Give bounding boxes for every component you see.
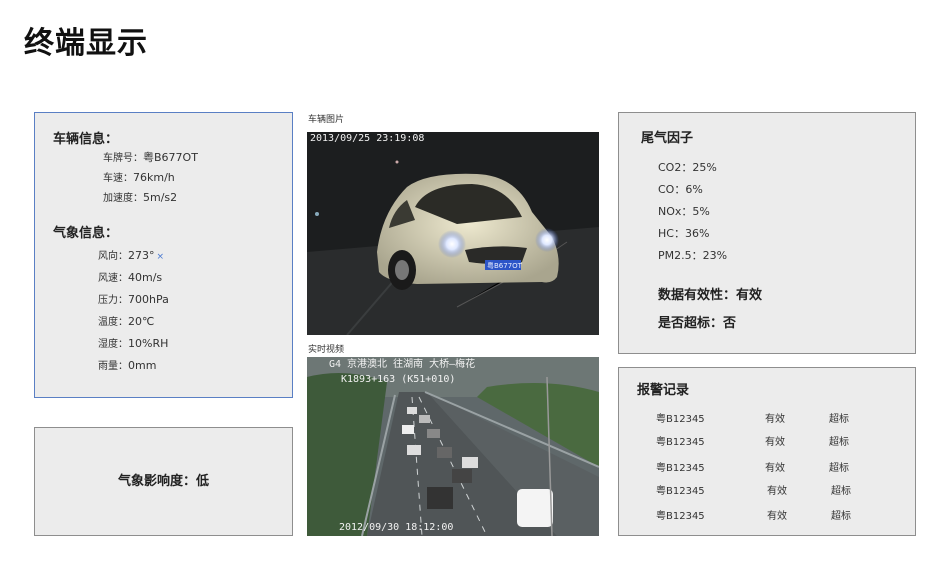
accel-label: 加速度： <box>103 193 143 204</box>
exhaust-value: 36% <box>684 227 710 240</box>
alarm-plate: 粤B12345 <box>656 511 705 522</box>
exhaust-item-hc: HC：36% <box>658 225 709 241</box>
pressure-row: 压力：700hPa <box>98 291 169 306</box>
vehicle-plate-text: 粤B677OT <box>487 261 523 270</box>
exhaust-value: 23% <box>702 249 728 262</box>
alarm-status: 有效 <box>765 463 785 474</box>
vehicle-weather-panel: 车辆信息： 车牌号：粤B677OT 车速：76km/h 加速度：5m/s2 气象… <box>34 112 293 398</box>
wind-dir-label: 风向： <box>98 251 128 262</box>
alarm-status: 有效 <box>767 486 787 497</box>
humidity-label: 湿度： <box>98 339 128 350</box>
wind-direction-icon: × <box>156 252 165 262</box>
vehicle-photo-timestamp: 2013/09/25 23:19:08 <box>310 133 425 144</box>
exhaust-factors-panel: 尾气因子 CO2：25% CO：6% NOx：5% HC：36% PM2.5：2… <box>618 112 916 354</box>
rainfall-value: 0mm <box>128 359 157 372</box>
plate-label: 车牌号： <box>103 153 143 164</box>
alarm-plate: 粤B12345 <box>656 414 705 425</box>
accel-value: 5m/s2 <box>143 191 178 204</box>
alarm-status: 有效 <box>765 437 785 448</box>
wind-speed-label: 风速： <box>98 273 128 284</box>
temperature-label: 温度： <box>98 317 128 328</box>
alarm-status: 有效 <box>767 511 787 522</box>
rainfall-label: 雨量： <box>98 361 128 372</box>
alarm-result: 超标 <box>829 414 849 425</box>
weather-impact-panel: 气象影响度：低 <box>34 427 293 536</box>
wind-dir-value: 273° <box>128 249 155 262</box>
alarm-plate: 粤B12345 <box>656 486 705 497</box>
exhaust-label: PM2.5： <box>658 249 703 262</box>
vehicle-info-heading: 车辆信息： <box>53 132 119 147</box>
humidity-row: 湿度：10%RH <box>98 335 168 350</box>
exhaust-item-co2: CO2：25% <box>658 159 717 175</box>
exhaust-label: NOx： <box>658 205 693 218</box>
exhaust-label: HC： <box>658 227 685 240</box>
live-video-feed[interactable]: G4 京港澳北 往湖南 大桥—梅花 K1893+163 (K51+010) 20… <box>307 357 599 536</box>
video-overlay-road: G4 京港澳北 往湖南 大桥—梅花 <box>329 359 476 370</box>
exhaust-heading: 尾气因子 <box>641 131 694 146</box>
temperature-value: 20℃ <box>128 315 155 328</box>
pressure-label: 压力： <box>98 295 128 306</box>
exhaust-value: 25% <box>692 161 717 174</box>
temperature-row: 温度：20℃ <box>98 313 154 328</box>
alarm-status: 有效 <box>765 414 785 425</box>
exhaust-value: 6% <box>685 183 703 196</box>
alarm-result: 超标 <box>831 511 851 522</box>
alarm-result: 超标 <box>829 463 849 474</box>
alarm-records-panel: 报警记录 粤B12345 有效 超标 粤B12345 有效 超标 粤B12345… <box>618 367 916 536</box>
exhaust-label: CO： <box>658 183 686 196</box>
pressure-value: 700hPa <box>128 293 169 306</box>
exhaust-item-nox: NOx：5% <box>658 203 710 219</box>
weather-info-heading: 气象信息： <box>53 226 119 241</box>
vehicle-photo[interactable]: 粤B677OT 2013/09/25 23:19:08 <box>307 132 599 335</box>
exceed-standard-text: 是否超标：否 <box>658 316 737 331</box>
alarm-result: 超标 <box>829 437 849 448</box>
plate-value: 粤B677OT <box>143 151 198 164</box>
data-validity-text: 数据有效性：有效 <box>658 288 763 303</box>
humidity-value: 10%RH <box>128 337 169 350</box>
exhaust-item-pm25: PM2.5：23% <box>658 247 727 263</box>
weather-impact-text: 气象影响度：低 <box>117 474 209 489</box>
alarm-plate: 粤B12345 <box>656 463 705 474</box>
rainfall-row: 雨量：0mm <box>98 357 156 372</box>
speed-label: 车速： <box>103 173 133 184</box>
speed-row: 车速：76km/h <box>103 169 175 184</box>
alarm-result: 超标 <box>831 486 851 497</box>
speed-value: 76km/h <box>133 171 175 184</box>
alarm-heading: 报警记录 <box>637 383 690 398</box>
alarm-plate: 粤B12345 <box>656 437 705 448</box>
exhaust-item-co: CO：6% <box>658 181 703 197</box>
exhaust-label: CO2： <box>658 161 693 174</box>
exhaust-value: 5% <box>692 205 710 218</box>
accel-row: 加速度：5m/s2 <box>103 189 177 204</box>
plate-row: 车牌号：粤B677OT <box>103 149 198 165</box>
wind-dir-row: 风向：273° × <box>98 247 164 262</box>
page-title: 终端显示 <box>24 26 148 61</box>
live-video-caption: 实时视频 <box>308 345 345 355</box>
wind-speed-row: 风速：40m/s <box>98 269 162 284</box>
video-timestamp: 2012/09/30 18:12:00 <box>339 522 454 533</box>
vehicle-photo-image: 粤B677OT <box>307 132 599 335</box>
vehicle-image-caption: 车辆图片 <box>308 115 345 125</box>
video-overlay-milepost: K1893+163 (K51+010) <box>341 374 456 385</box>
wind-speed-value: 40m/s <box>128 271 163 284</box>
